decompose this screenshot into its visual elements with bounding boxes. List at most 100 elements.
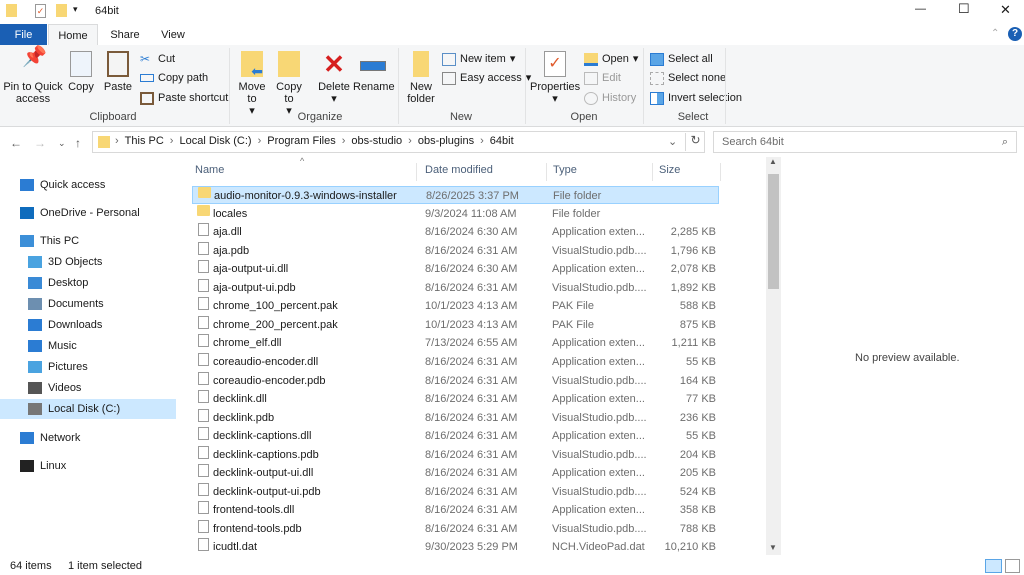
copy-to-button[interactable]: Copy to ▾ [274,51,304,117]
sidebar-item-pictures[interactable]: Pictures [28,357,88,377]
file-icon [198,278,209,292]
column-header-name[interactable]: Name [195,163,417,181]
cloud-icon [20,207,34,219]
sidebar-item-3d-objects[interactable]: 3D Objects [28,252,102,272]
scrollbar-thumb[interactable] [768,174,779,289]
sidebar-item-this-pc[interactable]: This PC [20,231,79,251]
file-size: 2,078 KB [670,263,716,276]
file-date: 8/16/2024 6:30 AM [425,226,518,239]
sidebar-item-onedrive-personal[interactable]: OneDrive - Personal [20,203,140,223]
easy-access-button[interactable]: Easy access ▾ [442,69,531,87]
new-folder-button[interactable]: New folder [404,51,438,105]
edit-button[interactable]: Edit [584,69,621,87]
refresh-button[interactable]: ↻ [685,133,705,151]
copy-path-button[interactable]: Copy path [140,69,208,87]
details-view-button[interactable] [985,559,1002,573]
navigation-pane: Quick access OneDrive - Personal This PC 3D… [0,157,178,555]
file-row[interactable]: decklink-output-ui.dll 8/16/2024 6:31 AM A… [192,464,719,482]
open-button[interactable]: Open ▾ [584,50,638,68]
new-item-button[interactable]: New item ▾ [442,50,515,68]
file-row[interactable]: audio-monitor-0.9.3-windows-installer 8/2… [192,186,719,204]
forward-button[interactable]: → [34,136,46,150]
search-input[interactable]: Search 64bit ⌕ [713,131,1017,153]
desktop-icon [28,277,42,289]
breadcrumb-this-pc[interactable]: This PC [125,135,164,147]
delete-x-icon: ✕ [323,49,345,79]
up-button[interactable]: ↑ [75,136,81,150]
tab-file[interactable]: File [0,24,47,46]
sidebar-item-downloads[interactable]: Downloads [28,315,102,335]
rename-button[interactable]: Rename [353,51,395,93]
open-group-label: Open [570,111,598,123]
file-row[interactable]: decklink.pdb 8/16/2024 6:31 AM VisualStudi… [192,408,719,427]
scroll-up-arrow[interactable]: ▲ [769,157,777,166]
file-row[interactable]: decklink.dll 8/16/2024 6:31 AM Application… [192,390,719,408]
pin-to-quick-access-button[interactable]: 📌 Pin to Quick access [3,47,63,105]
tab-share[interactable]: Share [102,24,148,46]
scroll-down-arrow[interactable]: ▼ [769,543,777,552]
file-row[interactable]: decklink-captions.dll 8/16/2024 6:31 AM Ap… [192,427,719,445]
select-all-button[interactable]: Select all [650,50,713,68]
invert-selection-button[interactable]: Invert selection [650,89,742,107]
vertical-scrollbar[interactable]: ▲ ▼ [766,157,781,555]
address-dropdown-icon[interactable]: ⌄ [668,135,677,148]
column-header-date[interactable]: Date modified [425,163,547,181]
help-button[interactable]: ? [1008,27,1022,41]
sidebar-item-desktop[interactable]: Desktop [28,273,88,293]
breadcrumb-obs-plugins[interactable]: obs-plugins [418,135,474,147]
file-row[interactable]: chrome_elf.dll 7/13/2024 6:55 AM Applicati… [192,334,719,352]
properties-button[interactable]: ✓ Properties ▾ [530,51,580,105]
file-row[interactable]: locales 9/3/2024 11:08 AM File folder [192,204,719,223]
paste-shortcut-button[interactable]: Paste shortcut [140,89,228,107]
sidebar-item-linux[interactable]: Linux [20,456,66,476]
collapse-ribbon-icon[interactable]: ⌃ [991,28,999,39]
sidebar-item-quick-access[interactable]: Quick access [20,175,105,195]
file-row[interactable]: coreaudio-encoder.pdb 8/16/2024 6:31 AM Vi… [192,371,719,390]
file-row[interactable]: decklink-output-ui.pdb 8/16/2024 6:31 AM V… [192,482,719,501]
sidebar-item-videos[interactable]: Videos [28,378,81,398]
file-row[interactable]: frontend-tools.pdb 8/16/2024 6:31 AM Visua… [192,519,719,538]
properties-qat-icon[interactable]: ✓ [35,4,46,18]
history-button[interactable]: History [584,89,636,107]
file-row[interactable]: chrome_100_percent.pak 10/1/2023 4:13 AM P… [192,297,719,315]
tab-home[interactable]: Home [48,24,98,47]
file-type: VisualStudio.pdb.... [552,448,647,461]
file-row[interactable]: aja.dll 8/16/2024 6:30 AM Application exte… [192,223,719,241]
file-date: 8/26/2025 3:37 PM [426,190,519,202]
column-header-type[interactable]: Type [553,163,653,181]
large-icons-view-button[interactable] [1005,559,1020,573]
cut-button[interactable]: ✂ Cut [140,50,175,68]
new-folder-qat-icon[interactable] [56,4,67,17]
copy-button[interactable]: Copy [66,51,96,93]
address-bar[interactable]: › This PC › Local Disk (C:) › Program File… [92,131,705,153]
back-button[interactable]: ← [10,136,22,150]
file-row[interactable]: coreaudio-encoder.dll 8/16/2024 6:31 AM Ap… [192,352,719,371]
sidebar-item-label: Videos [48,382,82,394]
breadcrumb-program-files[interactable]: Program Files [267,135,335,147]
sidebar-item-music[interactable]: Music [28,336,77,356]
move-to-button[interactable]: ⬅ Move to ▾ [237,51,267,117]
file-row[interactable]: icudtl.dat 9/30/2023 5:29 PM NCH.VideoPad.… [192,538,719,556]
select-none-button[interactable]: Select none [650,69,726,87]
sidebar-item-documents[interactable]: Documents [28,294,104,314]
close-button[interactable]: ✕ [1000,2,1011,18]
sidebar-item-local-disk-c[interactable]: Local Disk (C:) [0,399,176,419]
file-row[interactable]: aja-output-ui.dll 8/16/2024 6:30 AM Applic… [192,260,719,278]
breadcrumb-local-disk[interactable]: Local Disk (C:) [179,135,251,147]
delete-button[interactable]: ✕ Delete ▾ [317,51,351,105]
breadcrumb-64bit[interactable]: 64bit [490,135,514,147]
file-row[interactable]: aja-output-ui.pdb 8/16/2024 6:31 AM Visual… [192,278,719,297]
maximize-button[interactable]: ☐ [958,1,970,17]
file-row[interactable]: decklink-captions.pdb 8/16/2024 6:31 AM Vi… [192,445,719,464]
sidebar-item-network[interactable]: Network [20,428,80,448]
column-header-size[interactable]: Size [659,163,721,181]
minimize-button[interactable]: — [915,3,926,15]
file-row[interactable]: aja.pdb 8/16/2024 6:31 AM VisualStudio.pdb… [192,241,719,260]
file-row[interactable]: chrome_200_percent.pak 10/1/2023 4:13 AM P… [192,315,719,334]
recent-locations-button[interactable]: ⌄ [58,138,66,149]
file-row[interactable]: frontend-tools.dll 8/16/2024 6:31 AM Appli… [192,501,719,519]
paste-button[interactable]: Paste [103,51,133,93]
qat-dropdown-icon[interactable]: ▾ [73,4,78,15]
breadcrumb-obs-studio[interactable]: obs-studio [351,135,402,147]
tab-view[interactable]: View [150,24,196,46]
